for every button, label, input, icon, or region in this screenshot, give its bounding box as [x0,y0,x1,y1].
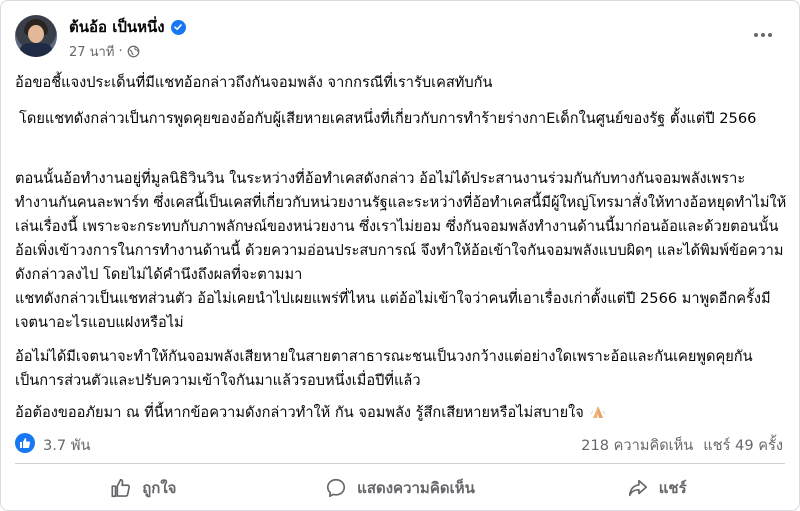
post-header: ต้นอ้อ เป็นหนึ่ง 27 นาที · [15,13,785,63]
comments-count[interactable]: 218 ความคิดเห็น [581,434,693,457]
post-paragraph: โดยแชทดังกล่าวเป็นการพูดคุยของอ้อกับผู้เ… [19,110,757,127]
more-options-icon[interactable] [749,21,777,49]
folded-hands-icon [591,405,606,418]
post-time[interactable]: 27 นาที [69,41,114,62]
post-paragraph: แชทดังกล่าวเป็นแชทส่วนตัว อ้อไม่เคยนำไปเ… [15,290,771,331]
thumbs-up-icon [111,478,131,498]
post-paragraph: อ้อขอชี้แจงประเด็นที่มีแชทอ้อกล่าวถึงกัน… [15,74,493,91]
meta-separator: · [118,44,123,59]
actions-divider [15,463,785,464]
shares-count[interactable]: แชร์ 49 ครั้ง [703,434,783,457]
share-label: แชร์ [658,479,687,497]
comment-label: แสดงความคิดเห็น [357,479,475,497]
verified-badge-icon [170,19,186,35]
thumbs-up-icon[interactable] [15,433,35,453]
comment-icon [327,478,346,498]
author-name-row: ต้นอ้อ เป็นหนึ่ง [69,15,186,39]
post-paragraph: อ้อไม่ได้มีเจตนาจะทำให้กันจอมพลังเสียหาย… [15,348,753,389]
comment-button[interactable]: แสดงความคิดเห็น [272,467,529,509]
reactions-count[interactable]: 3.7 พัน [43,434,90,457]
like-button[interactable]: ถูกใจ [15,467,272,509]
post-paragraph-last: อ้อต้องขออภัยมา ณ ที่นี้หากข้อความดังกล่… [15,401,787,425]
like-label: ถูกใจ [142,479,177,497]
post-actions: ถูกใจ แสดงความคิดเห็น แชร์ [15,467,785,509]
globe-icon[interactable] [127,45,140,58]
post-stats: 3.7 พัน 218 ความคิดเห็น แชร์ 49 ครั้ง [15,429,785,457]
author-name[interactable]: ต้นอ้อ เป็นหนึ่ง [69,15,165,39]
engagement-counts: 218 ความคิดเห็น แชร์ 49 ครั้ง [581,434,783,457]
share-button[interactable]: แชร์ [528,467,785,509]
post-meta: 27 นาที · [69,41,140,62]
author-avatar[interactable] [15,15,57,57]
facebook-post: ต้นอ้อ เป็นหนึ่ง 27 นาที · อ้อขอชี้แจงปร… [0,0,800,511]
post-paragraph-text: อ้อต้องขออภัยมา ณ ที่นี้หากข้อความดังกล่… [15,404,584,421]
post-paragraph: ตอนนั้นอ้อทำงานอยู่ที่มูลนิธิวินวิน ในระ… [15,170,787,283]
share-icon [628,479,647,497]
